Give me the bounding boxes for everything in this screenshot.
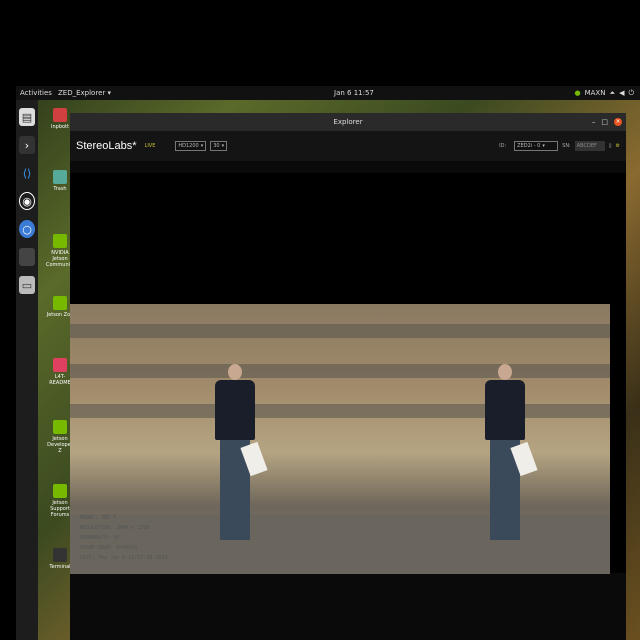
clock[interactable]: Jan 6 11:57 xyxy=(334,89,374,97)
window-titlebar[interactable]: Explorer – □ × xyxy=(70,113,626,131)
settings-gear-icon[interactable]: ⚙ xyxy=(616,143,620,149)
chromium-icon[interactable]: ○ xyxy=(19,220,35,238)
maximize-icon[interactable]: □ xyxy=(601,118,608,126)
info-model: MODEL: ZED X xyxy=(80,515,117,521)
blank-icon[interactable] xyxy=(19,248,35,266)
drive-icon[interactable]: ▭ xyxy=(19,276,35,294)
app-menu[interactable]: ZED_Explorer ▾ xyxy=(58,89,111,97)
top-bar: Activities ZED_Explorer ▾ Jan 6 11:57 ● … xyxy=(16,86,640,100)
nvidia-icon: ● xyxy=(574,89,581,97)
chevron-down-icon: ▾ xyxy=(221,143,225,149)
volume-icon: ◀ xyxy=(619,89,625,97)
obs-icon[interactable]: ◉ xyxy=(19,192,35,210)
camera-info: MODEL: ZED X RESOLUTION: 3840 x 1200 FRA… xyxy=(80,513,167,563)
vscode-icon[interactable]: ⟨⟩ xyxy=(19,164,35,182)
toolbar: StereoLabs* LIVE HD1200 ▾ 30 ▾ ID: ZED2i… xyxy=(70,131,626,161)
battery-icon[interactable]: ▯ xyxy=(609,143,612,149)
sn-label: SN: xyxy=(562,143,571,149)
files-icon[interactable]: ▤ xyxy=(19,108,35,126)
sn-field: ABCDEF xyxy=(574,141,605,151)
info-resolution: RESOLUTION: 3840 x 1200 xyxy=(80,525,150,531)
stereolabs-logo: StereoLabs* xyxy=(76,140,137,152)
camera-select[interactable]: ZED2i - 0 ▾ xyxy=(514,141,559,151)
power-icon: ⏻ xyxy=(628,88,634,97)
right-camera-view xyxy=(340,304,610,574)
minimize-icon[interactable]: – xyxy=(592,118,596,126)
window-title: Explorer xyxy=(333,118,363,126)
activities-button[interactable]: Activities xyxy=(20,89,52,97)
resolution-select[interactable]: HD1200 ▾ xyxy=(175,141,207,151)
close-icon[interactable]: × xyxy=(614,118,622,126)
live-indicator: LIVE xyxy=(144,143,156,149)
info-frame-drop: FRAME DROP: 0/00410 xyxy=(80,545,138,551)
explorer-window: Explorer – □ × StereoLabs* LIVE HD1200 ▾… xyxy=(70,113,626,640)
id-label: ID: xyxy=(499,143,507,149)
power-mode: MAXN xyxy=(584,89,606,97)
dock: ▤ › ⟨⟩ ◉ ○ ▭ xyxy=(16,100,38,640)
system-tray[interactable]: ● MAXN ⏶ ◀ ⏻ xyxy=(574,89,634,98)
chevron-down-icon: ▾ xyxy=(200,143,204,149)
fps-select[interactable]: 30 ▾ xyxy=(210,141,228,151)
network-icon: ⏶ xyxy=(609,88,616,97)
info-date: DATE: Thu Jan 6 11:57:38 2024 xyxy=(80,555,168,561)
desktop-screen: Activities ZED_Explorer ▾ Jan 6 11:57 ● … xyxy=(16,86,640,640)
info-framerate: FRAMERATE: 30 xyxy=(80,535,120,541)
chevron-down-icon: ▾ xyxy=(542,143,545,149)
terminal-icon[interactable]: › xyxy=(19,136,35,154)
